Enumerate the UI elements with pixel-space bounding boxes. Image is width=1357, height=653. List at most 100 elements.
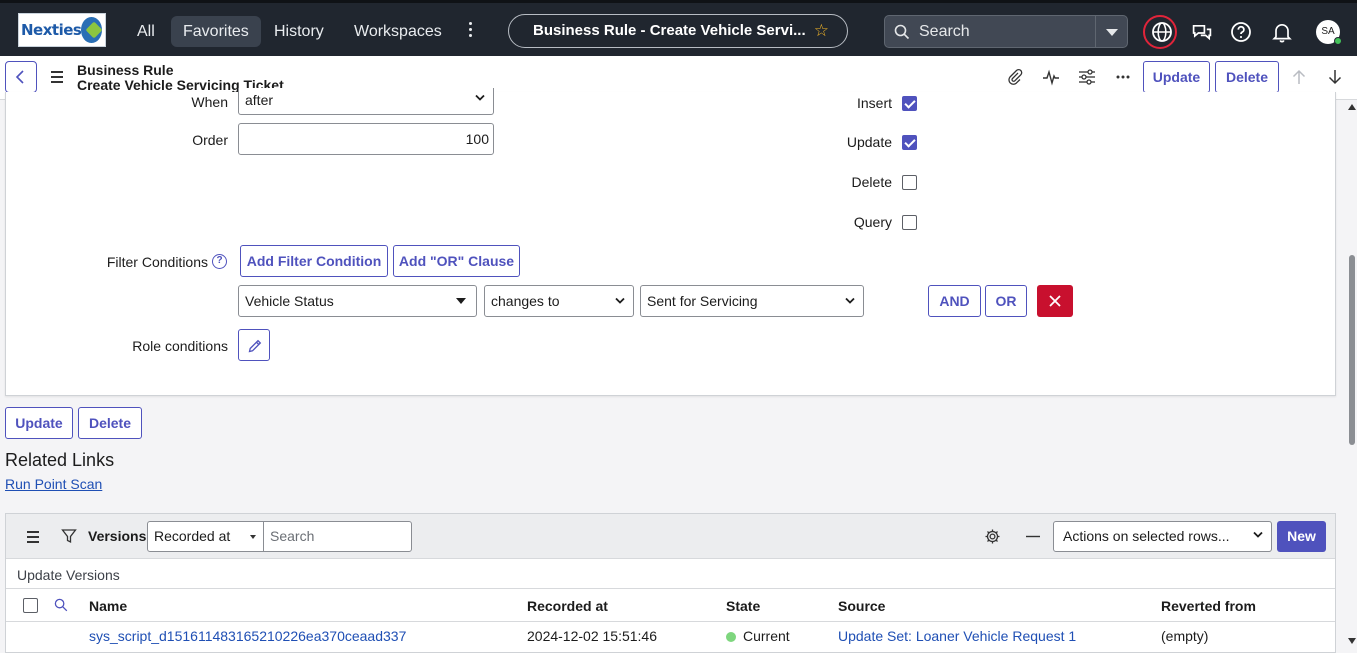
favorite-star-icon[interactable]: ☆ [814,15,829,47]
order-label: Order [192,132,228,148]
chevron-down-icon [1253,531,1263,538]
actions-value: Actions on selected rows... [1063,528,1230,544]
arrow-up-icon[interactable] [1290,68,1308,86]
select-all-checkbox[interactable] [23,598,38,613]
avatar-initials: SA [1321,26,1335,37]
collapse-icon[interactable] [1026,535,1040,538]
search-field-select[interactable]: Recorded at [147,521,264,552]
column-header-reverted[interactable]: Reverted from [1161,598,1256,614]
delete-checkbox[interactable] [902,175,917,190]
new-button[interactable]: New [1277,521,1326,552]
vertical-scrollbar[interactable] [1345,100,1357,646]
delete-condition-button[interactable] [1037,285,1073,317]
filter-conditions-label: Filter Conditions [106,254,208,270]
globe-icon[interactable] [1150,20,1174,44]
order-input[interactable]: 100 [238,123,494,155]
activity-icon[interactable] [1042,68,1060,86]
condition-field-select[interactable]: Vehicle Status [238,285,477,317]
table-header: Name Recorded at State Source Reverted f… [6,588,1335,622]
context-title: Business Rule - Create Vehicle Servi... [533,22,806,39]
more-menu-icon[interactable] [464,22,476,42]
table-cell-state: Current [726,628,790,644]
related-links-title: Related Links [5,450,115,470]
global-search-placeholder: Search [919,23,970,40]
attachment-icon[interactable] [1006,68,1024,86]
insert-checkbox[interactable] [902,96,917,111]
condition-value-select[interactable]: Sent for Servicing [640,285,864,317]
actions-select[interactable]: Actions on selected rows... [1053,521,1272,552]
record-type: Business Rule [77,62,174,78]
table-cell-reverted: (empty) [1161,628,1209,644]
run-point-scan-link[interactable]: Run Point Scan [5,476,102,492]
scroll-thumb[interactable] [1349,255,1355,445]
add-or-clause-button[interactable]: Add "OR" Clause [393,245,520,277]
notification-bell-icon[interactable] [1270,20,1294,44]
update-button-bottom[interactable]: Update [5,407,73,439]
settings-sliders-icon[interactable] [1078,68,1096,86]
query-checkbox[interactable] [902,215,917,230]
update-label: Update [846,134,892,150]
back-button[interactable] [5,61,37,93]
search-scope-dropdown[interactable] [1095,15,1128,48]
close-icon [1049,295,1061,307]
gear-icon[interactable] [984,528,1001,545]
when-select[interactable]: after [238,88,494,115]
top-navigation: Nexties All Favorites History Workspaces… [0,0,1357,56]
column-header-recorded[interactable]: Recorded at [527,598,608,614]
help-icon[interactable]: ? [212,254,227,269]
pencil-icon [248,339,262,353]
condition-field-value: Vehicle Status [245,293,334,309]
add-filter-condition-button[interactable]: Add Filter Condition [240,245,388,277]
delete-button-bottom[interactable]: Delete [78,407,142,439]
logo-text: Nexties [21,21,82,39]
dropdown-triangle-icon [456,298,466,304]
table-cell-source[interactable]: Update Set: Loaner Vehicle Request 1 [838,628,1076,644]
edit-role-conditions-button[interactable] [238,329,270,361]
column-header-name[interactable]: Name [89,598,127,614]
condition-operator-select[interactable]: changes to [484,285,634,317]
filter-icon[interactable] [61,528,77,544]
search-icon[interactable] [54,598,68,612]
help-icon[interactable] [1229,20,1253,44]
chevron-down-icon [845,297,855,304]
nav-favorites[interactable]: Favorites [171,16,261,47]
delete-button[interactable]: Delete [1215,61,1279,93]
search-field-value: Recorded at [154,528,231,544]
context-menu-icon[interactable] [51,71,63,86]
and-button[interactable]: AND [928,285,981,317]
nav-all[interactable]: All [125,16,167,47]
condition-operator-value: changes to [491,293,560,309]
user-avatar[interactable]: SA [1316,20,1342,45]
scroll-up-icon[interactable] [1348,104,1356,110]
delete-label: Delete [851,174,892,190]
search-icon [894,24,910,40]
chevron-down-icon [475,94,485,101]
chevron-down-icon [615,297,625,304]
nav-history[interactable]: History [262,16,336,47]
state-text: Current [743,628,790,644]
scroll-down-icon[interactable] [1348,638,1356,644]
when-value: after [245,92,274,108]
table-cell-recorded: 2024-12-02 15:51:46 [527,628,657,644]
column-header-state[interactable]: State [726,598,760,614]
company-logo[interactable]: Nexties [18,13,106,47]
chat-icon[interactable] [1190,21,1214,45]
query-label: Query [853,214,892,230]
online-status-dot [1334,37,1342,45]
column-header-source[interactable]: Source [838,598,885,614]
list-search-input[interactable]: Search [263,521,412,552]
list-menu-icon[interactable] [27,531,39,546]
condition-value: Sent for Servicing [647,293,758,309]
global-search-input[interactable]: Search [884,15,1096,48]
update-checkbox[interactable] [902,135,917,150]
list-toolbar: Versions Recorded at Search Actions on s… [6,514,1335,559]
more-actions-icon[interactable] [1114,68,1132,86]
arrow-down-icon[interactable] [1326,68,1344,86]
context-title-pill[interactable]: Business Rule - Create Vehicle Servi... … [508,14,848,48]
table-cell-name[interactable]: sys_script_d151611483165210226ea370ceaad… [89,628,406,644]
nav-workspaces[interactable]: Workspaces [342,16,454,47]
update-button[interactable]: Update [1143,61,1210,93]
or-button[interactable]: OR [985,285,1027,317]
dropdown-triangle-icon [250,535,256,539]
role-conditions-label: Role conditions [132,338,228,354]
